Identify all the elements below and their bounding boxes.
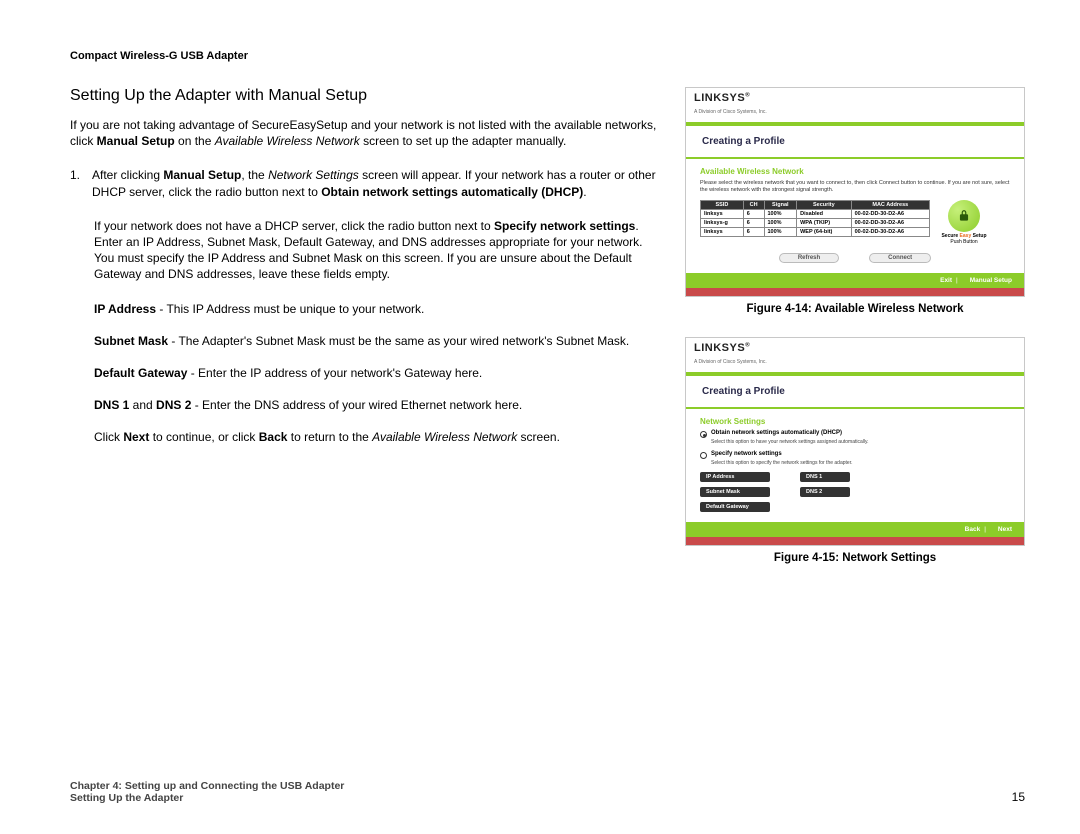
wifi-table: SSIDCHSignalSecurityMAC Address linksys6… — [700, 200, 930, 237]
page-number: 15 — [1012, 790, 1025, 804]
dns1-label: DNS 1 — [800, 472, 850, 482]
figures-column: LINKSYS® A Division of Cisco Systems, In… — [685, 87, 1025, 760]
screenshot-title: Creating a Profile — [686, 126, 1024, 159]
screenshot-section-title: Available Wireless Network — [700, 167, 1010, 176]
intro-paragraph: If you are not taking advantage of Secur… — [70, 117, 660, 149]
footer-section: Setting Up the Adapter — [70, 792, 344, 804]
table-row[interactable]: linksys-g6100%WPA (TKIP)00-02-DD-30-D2-A… — [701, 219, 930, 228]
default-gateway-label: Default Gateway — [700, 502, 770, 512]
paragraph-specify: If your network does not have a DHCP ser… — [70, 218, 660, 283]
badge-label: Secure Easy Setup Push Button — [941, 234, 986, 245]
settings-form: IP Address Subnet Mask Default Gateway D… — [700, 472, 1010, 512]
secure-easy-setup-badge[interactable]: Secure Easy Setup Push Button — [940, 200, 988, 245]
closing-paragraph: Click Next to continue, or click Back to… — [70, 429, 660, 445]
connect-button[interactable]: Connect — [869, 253, 931, 263]
brand-logo: LINKSYS® A Division of Cisco Systems, In… — [686, 338, 1024, 368]
brand-logo: LINKSYS® A Division of Cisco Systems, In… — [686, 88, 1024, 118]
ip-address-label: IP Address — [700, 472, 770, 482]
table-row[interactable]: linksys6100%WEP (64-bit)00-02-DD-30-D2-A… — [701, 228, 930, 237]
screenshot-network-settings: LINKSYS® A Division of Cisco Systems, In… — [685, 337, 1025, 546]
def-gateway: Default Gateway - Enter the IP address o… — [70, 365, 660, 381]
screenshot-section-title: Network Settings — [700, 417, 1010, 426]
footer-chapter: Chapter 4: Setting up and Connecting the… — [70, 780, 344, 792]
figure-caption: Figure 4-14: Available Wireless Network — [685, 303, 1025, 315]
text-column: Setting Up the Adapter with Manual Setup… — [70, 87, 660, 760]
dns2-label: DNS 2 — [800, 487, 850, 497]
section-title: Setting Up the Adapter with Manual Setup — [70, 87, 660, 105]
radio-dhcp[interactable]: Obtain network settings automatically (D… — [700, 430, 1010, 438]
manual-setup-link[interactable]: Manual Setup — [970, 277, 1012, 284]
table-header-row: SSIDCHSignalSecurityMAC Address — [701, 201, 930, 210]
refresh-button[interactable]: Refresh — [779, 253, 839, 263]
radio-icon — [700, 431, 707, 438]
page-footer: Chapter 4: Setting up and Connecting the… — [70, 780, 1025, 804]
doc-header: Compact Wireless-G USB Adapter — [70, 50, 1025, 62]
radio-specify[interactable]: Specify network settings — [700, 451, 1010, 459]
screenshot-footer: Back|Next — [686, 522, 1024, 537]
screenshot-title: Creating a Profile — [686, 376, 1024, 409]
step-1: 1. After clicking Manual Setup, the Netw… — [70, 167, 660, 199]
back-link[interactable]: Back — [965, 526, 981, 533]
exit-link[interactable]: Exit — [940, 277, 952, 284]
subnet-mask-label: Subnet Mask — [700, 487, 770, 497]
screenshot-available-network: LINKSYS® A Division of Cisco Systems, In… — [685, 87, 1025, 297]
figure-4-15: LINKSYS® A Division of Cisco Systems, In… — [685, 337, 1025, 564]
lock-icon — [948, 200, 980, 232]
table-row[interactable]: linksys6100%Disabled00-02-DD-30-D2-A6 — [701, 210, 930, 219]
step-1-text: After clicking Manual Setup, the Network… — [92, 167, 660, 199]
radio-specify-desc: Select this option to specify the networ… — [711, 460, 1010, 466]
def-subnet: Subnet Mask - The Adapter's Subnet Mask … — [70, 333, 660, 349]
figure-caption: Figure 4-15: Network Settings — [685, 552, 1025, 564]
radio-dhcp-desc: Select this option to have your network … — [711, 439, 1010, 445]
step-number: 1. — [70, 167, 92, 199]
figure-4-14: LINKSYS® A Division of Cisco Systems, In… — [685, 87, 1025, 315]
screenshot-intro: Please select the wireless network that … — [700, 180, 1010, 194]
def-ip: IP Address - This IP Address must be uni… — [70, 301, 660, 317]
screenshot-footer: Exit|Manual Setup — [686, 273, 1024, 288]
radio-icon — [700, 452, 707, 459]
next-link[interactable]: Next — [998, 526, 1012, 533]
def-dns: DNS 1 and DNS 2 - Enter the DNS address … — [70, 397, 660, 413]
